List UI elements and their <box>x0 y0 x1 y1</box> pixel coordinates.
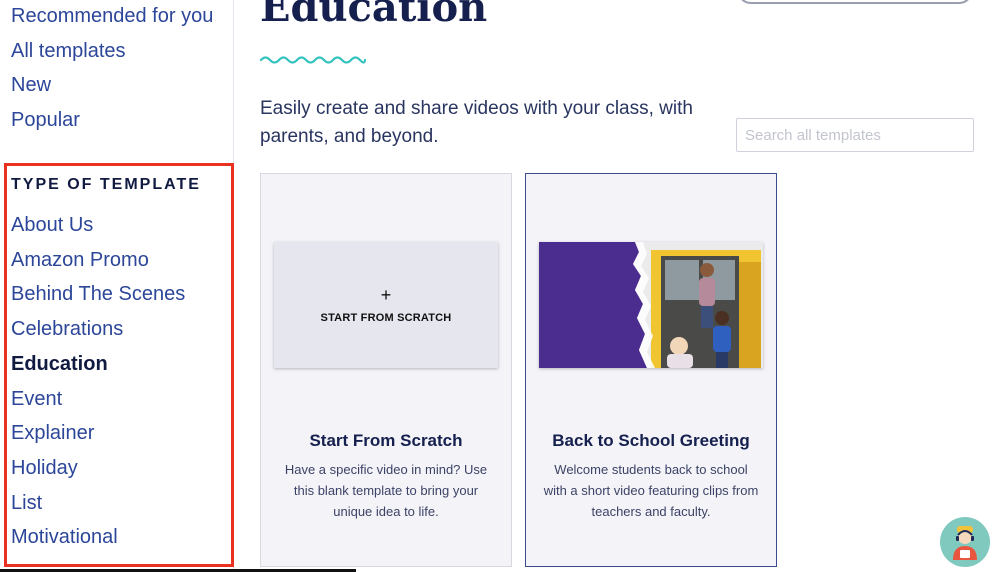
sidebar: Recommended for you All templates New Po… <box>0 0 234 572</box>
sidebar-link-all-templates[interactable]: All templates <box>11 39 126 63</box>
title-wave-decoration <box>260 56 366 64</box>
sidebar-type-behind-the-scenes[interactable]: Behind The Scenes <box>11 282 185 306</box>
sidebar-type-motivational[interactable]: Motivational <box>11 525 118 549</box>
help-chat-button[interactable] <box>940 517 990 567</box>
scratch-thumbnail[interactable]: + START FROM SCRATCH <box>274 242 498 368</box>
page-intro-text: Easily create and share videos with your… <box>260 98 693 147</box>
support-avatar-icon <box>953 526 977 560</box>
sidebar-type-about-us[interactable]: About Us <box>11 213 93 237</box>
plus-icon: + <box>380 285 392 305</box>
sidebar-type-holiday[interactable]: Holiday <box>11 456 78 480</box>
sidebar-type-education[interactable]: Education <box>11 352 108 376</box>
sidebar-type-celebrations[interactable]: Celebrations <box>11 317 123 341</box>
sidebar-type-explainer[interactable]: Explainer <box>11 421 94 445</box>
back-to-school-thumbnail-image[interactable] <box>539 242 763 368</box>
sidebar-link-recommended[interactable]: Recommended for you <box>11 4 213 28</box>
template-card-back-to-school[interactable]: Back to School Greeting Welcome students… <box>525 173 777 567</box>
sidebar-link-new[interactable]: New <box>11 73 51 97</box>
sidebar-type-event[interactable]: Event <box>11 387 62 411</box>
page-title: Education <box>260 0 488 31</box>
card-title: Back to School Greeting <box>552 431 750 450</box>
search-templates-input[interactable] <box>736 118 974 152</box>
sidebar-type-list[interactable]: List <box>11 491 42 515</box>
card-description: Have a specific video in mind? Use this … <box>284 462 488 519</box>
top-search-pill[interactable] <box>737 0 973 4</box>
sidebar-link-popular[interactable]: Popular <box>11 108 80 132</box>
school-bus-photo <box>539 242 763 368</box>
card-title: Start From Scratch <box>309 431 463 450</box>
scratch-thumbnail-label: START FROM SCRATCH <box>320 312 452 324</box>
sidebar-type-amazon-promo[interactable]: Amazon Promo <box>11 248 149 272</box>
template-type-heading: TYPE OF TEMPLATE <box>11 176 201 193</box>
card-description: Welcome students back to school with a s… <box>543 462 759 519</box>
template-card-start-from-scratch[interactable]: + START FROM SCRATCH Start From Scratch … <box>260 173 512 567</box>
